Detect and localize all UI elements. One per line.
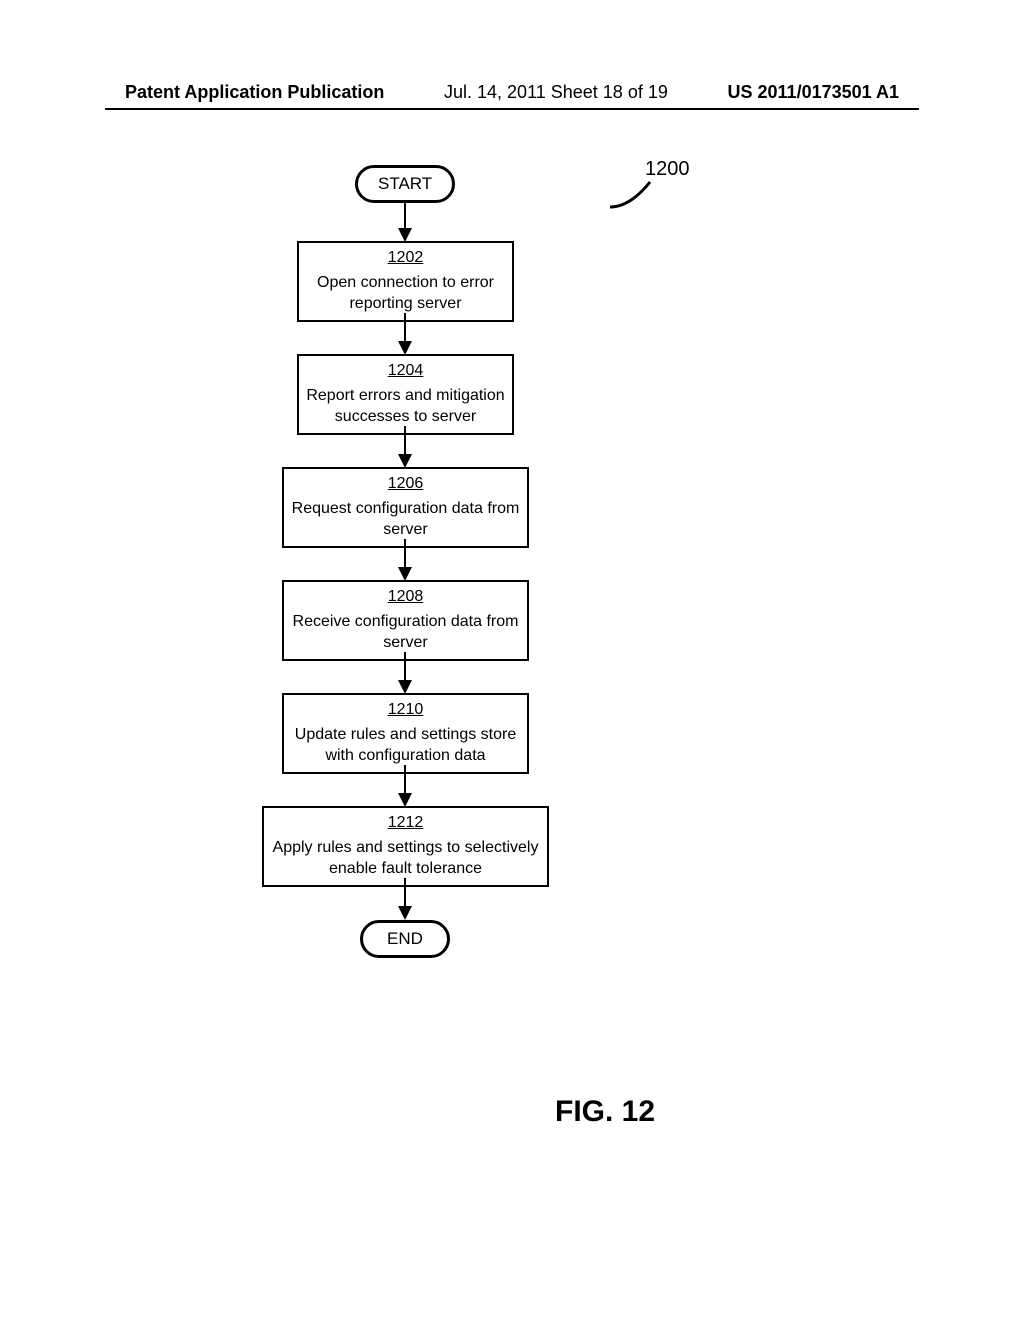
page-header: Patent Application Publication Jul. 14, … <box>0 82 1024 103</box>
step-1202: 1202 Open connection to error reporting … <box>297 241 514 322</box>
step-text: Request configuration data from server <box>292 500 520 538</box>
step-ref: 1206 <box>284 474 527 495</box>
step-1206: 1206 Request configuration data from ser… <box>282 467 529 548</box>
arrow-icon <box>395 200 415 245</box>
step-1212: 1212 Apply rules and settings to selecti… <box>262 806 549 887</box>
step-text: Receive configuration data from server <box>293 613 519 651</box>
step-text: Report errors and mitigation successes t… <box>306 387 504 425</box>
step-text: Apply rules and settings to selectively … <box>273 839 539 877</box>
arrow-icon <box>395 313 415 358</box>
arrow-icon <box>395 765 415 810</box>
header-right: US 2011/0173501 A1 <box>728 82 899 103</box>
figure-label: FIG. 12 <box>555 1095 655 1129</box>
step-ref: 1202 <box>299 248 512 269</box>
step-ref: 1204 <box>299 361 512 382</box>
step-ref: 1210 <box>284 700 527 721</box>
arrow-icon <box>395 539 415 584</box>
end-terminal: END <box>360 920 450 958</box>
reference-hook-icon <box>605 177 680 212</box>
step-text: Update rules and settings store with con… <box>295 726 516 764</box>
step-1208: 1208 Receive configuration data from ser… <box>282 580 529 661</box>
step-text: Open connection to error reporting serve… <box>317 274 494 312</box>
step-1210: 1210 Update rules and settings store wit… <box>282 693 529 774</box>
header-rule <box>105 108 919 110</box>
header-left: Patent Application Publication <box>125 82 384 103</box>
arrow-icon <box>395 878 415 923</box>
start-terminal: START <box>355 165 455 203</box>
header-center: Jul. 14, 2011 Sheet 18 of 19 <box>444 82 668 103</box>
arrow-icon <box>395 652 415 697</box>
step-ref: 1212 <box>264 813 547 834</box>
step-1204: 1204 Report errors and mitigation succes… <box>297 354 514 435</box>
arrow-icon <box>395 426 415 471</box>
step-ref: 1208 <box>284 587 527 608</box>
